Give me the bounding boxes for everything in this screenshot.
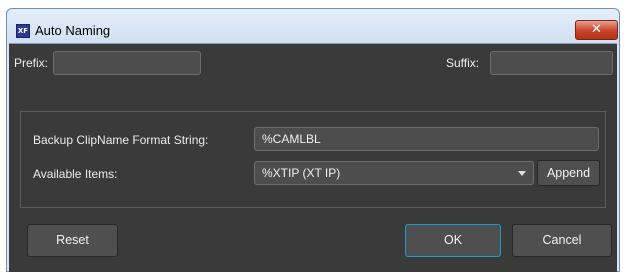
- format-group: Backup ClipName Format String: %CAMLBL A…: [20, 111, 606, 208]
- close-button[interactable]: ✕: [575, 20, 618, 40]
- backup-format-input[interactable]: %CAMLBL: [254, 127, 599, 151]
- prefix-label: Prefix:: [14, 56, 49, 70]
- available-items-select[interactable]: %XTIP (XT IP): [254, 161, 534, 185]
- window-title: Auto Naming: [35, 23, 111, 38]
- app-logo-icon: XF: [16, 24, 30, 38]
- available-items-value: %XTIP (XT IP): [262, 166, 341, 180]
- cancel-button[interactable]: Cancel: [512, 224, 612, 257]
- reset-button[interactable]: Reset: [27, 224, 118, 257]
- ok-button[interactable]: OK: [405, 224, 501, 257]
- dialog-body: Prefix: Suffix: Backup ClipName Format S…: [9, 43, 617, 272]
- suffix-label: Suffix:: [446, 56, 480, 70]
- chevron-down-icon: [518, 171, 526, 176]
- backup-format-label: Backup ClipName Format String:: [33, 133, 209, 147]
- auto-naming-dialog: XF Auto Naming ✕ Prefix: Suffix: Backup …: [6, 8, 620, 272]
- available-items-label: Available Items:: [33, 167, 118, 181]
- suffix-input[interactable]: [490, 51, 613, 75]
- append-button[interactable]: Append: [537, 160, 600, 186]
- title-bar[interactable]: XF Auto Naming ✕: [7, 9, 619, 45]
- prefix-input[interactable]: [53, 51, 201, 75]
